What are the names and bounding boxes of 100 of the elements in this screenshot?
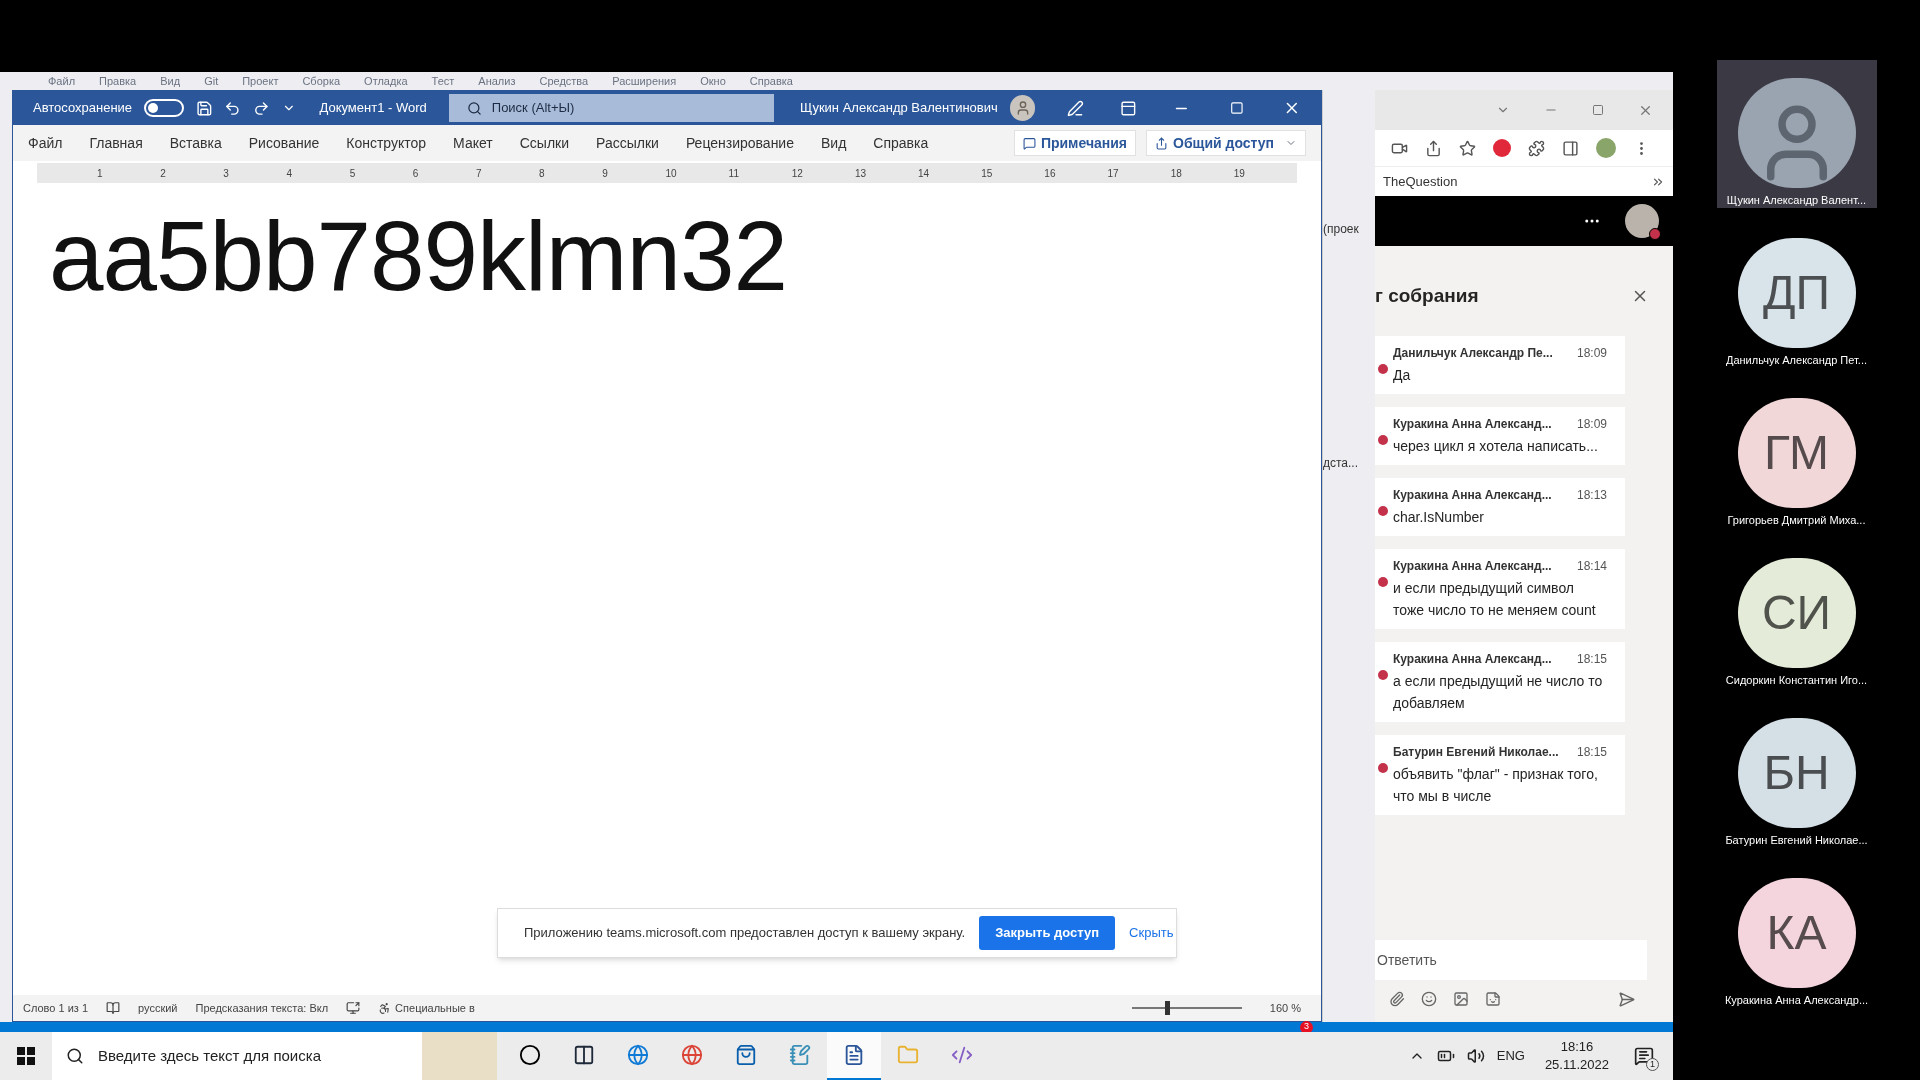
stop-sharing-button[interactable]: Закрыть доступ xyxy=(979,916,1116,950)
sticker-icon[interactable] xyxy=(1485,991,1501,1007)
menu-item[interactable]: Вид xyxy=(160,75,181,87)
menu-item[interactable]: Расширения xyxy=(612,75,677,87)
menu-item[interactable]: Тест xyxy=(431,75,455,87)
document-text: aa5bb789klmn32 xyxy=(49,203,788,311)
ruler-number: 15 xyxy=(981,166,994,181)
save-icon[interactable] xyxy=(195,99,213,117)
taskbar-app-button[interactable] xyxy=(827,1032,881,1080)
menu-item[interactable]: Анализ xyxy=(478,75,516,87)
restore-icon[interactable] xyxy=(1592,104,1604,116)
message-text: объявить "флаг" - признак того, что мы в числе xyxy=(1393,765,1599,806)
ribbon-tab[interactable]: Файл xyxy=(28,132,63,154)
initials-avatar: КА xyxy=(1737,878,1856,988)
search-icon xyxy=(466,100,482,116)
ribbon-tab[interactable]: Вид xyxy=(821,132,847,154)
reply-field[interactable]: Ответить xyxy=(1375,940,1647,980)
ruler-number: 3 xyxy=(223,166,230,181)
ribbon-tab[interactable]: Рецензирование xyxy=(685,132,794,154)
ribbon-tab[interactable]: Ссылки xyxy=(519,132,570,154)
chat-title: г собрания xyxy=(1375,283,1479,308)
ribbon-tab[interactable]: Справка xyxy=(873,132,929,154)
share-button[interactable]: Общий доступ xyxy=(1146,130,1306,156)
profile-avatar[interactable] xyxy=(1596,138,1616,158)
ring-icon xyxy=(519,1044,541,1066)
accessibility-status[interactable]: Специальные в xyxy=(395,999,475,1017)
word-count[interactable]: Слово 1 из 1 xyxy=(23,999,89,1017)
menu-item[interactable]: Окно xyxy=(700,75,726,87)
menu-item[interactable]: Справка xyxy=(749,75,793,87)
user-avatar[interactable] xyxy=(1009,95,1036,121)
message-author: Данильчук Александр Пе... xyxy=(1393,345,1553,362)
participant-name: Сидоркин Константин Иго... xyxy=(1725,672,1868,688)
volume-icon[interactable] xyxy=(1466,1047,1485,1065)
undo-icon[interactable] xyxy=(224,99,241,117)
user-avatar[interactable] xyxy=(1625,204,1659,238)
participant-tile[interactable]: Щукин Александр Валент... xyxy=(1716,60,1877,208)
message-author: Батурин Евгений Николае... xyxy=(1393,744,1559,761)
message-time: 18:09 xyxy=(1576,416,1607,433)
language-status[interactable]: русский xyxy=(138,999,178,1017)
menu-item[interactable]: Файл xyxy=(48,75,76,87)
menu-item[interactable]: Отладка xyxy=(364,75,408,87)
comment-icon xyxy=(1022,136,1036,150)
attach-icon[interactable] xyxy=(1389,991,1405,1007)
participant-name: Данильчук Александр Пет... xyxy=(1725,352,1867,368)
menu-item[interactable]: Git xyxy=(204,75,219,87)
zoom-level[interactable]: 160 % xyxy=(1269,999,1301,1017)
share-icon[interactable] xyxy=(1425,139,1442,157)
ribbon-tab[interactable]: Рисование xyxy=(248,132,320,154)
search-field[interactable]: Поиск (Alt+Ы) xyxy=(448,94,774,122)
message-time: 18:09 xyxy=(1576,345,1607,362)
emoji-icon[interactable] xyxy=(1421,991,1437,1007)
globe-icon xyxy=(627,1044,649,1066)
comments-button[interactable]: Примечания xyxy=(1013,130,1137,156)
accessibility-icon[interactable] xyxy=(378,1001,392,1015)
star-icon[interactable] xyxy=(1459,139,1476,157)
text-prediction-status[interactable]: Предсказания текста: Вкл xyxy=(195,999,329,1017)
ribbon-tab[interactable]: Конструктор xyxy=(346,132,427,154)
autosave-toggle[interactable] xyxy=(144,99,184,117)
pen-icon[interactable] xyxy=(1067,99,1085,117)
zoom-thumb[interactable] xyxy=(1164,1001,1170,1015)
participant-tile[interactable]: БН Батурин Евгений Николае... xyxy=(1716,700,1877,848)
ribbon-tab[interactable]: Главная xyxy=(89,132,143,154)
side-panel-icon[interactable] xyxy=(1562,139,1579,157)
initials-avatar: БН xyxy=(1737,718,1856,828)
puzzle-icon[interactable] xyxy=(1528,139,1545,157)
document-title: Документ1 - Word xyxy=(319,99,427,118)
ruler-number: 18 xyxy=(1170,166,1183,181)
menu-item[interactable]: Проект xyxy=(242,75,279,87)
ribbon-tab[interactable]: Рассылки xyxy=(596,132,659,154)
gif-icon[interactable] xyxy=(1453,991,1469,1007)
autosave-label: Автосохранение xyxy=(33,99,133,118)
bookmark-link[interactable]: TheQuestion xyxy=(1383,171,1458,192)
language-indicator[interactable]: ENG xyxy=(1496,1046,1525,1066)
message-author: Куракина Анна Александ... xyxy=(1393,487,1552,504)
maximize-icon[interactable] xyxy=(1229,101,1244,115)
participant-tile[interactable]: ДП Данильчук Александр Пет... xyxy=(1716,220,1877,368)
ribbon-tab[interactable]: Вставка xyxy=(169,132,222,154)
message-text: а если предыдущий не число то добавляем xyxy=(1393,672,1604,713)
participant-name: Батурин Евгений Николае... xyxy=(1725,832,1868,848)
participant-name: Григорьев Дмитрий Миха... xyxy=(1727,512,1866,528)
send-icon[interactable] xyxy=(1618,990,1635,1008)
menu-item[interactable]: Правка xyxy=(99,75,137,87)
taskbar-search-field[interactable]: Введите здесь текст для поиска xyxy=(52,1032,422,1080)
menu-item[interactable]: Сборка xyxy=(302,75,341,87)
redo-icon[interactable] xyxy=(253,99,270,117)
book-icon[interactable] xyxy=(106,1001,121,1015)
participant-tile[interactable]: СИ Сидоркин Константин Иго... xyxy=(1716,540,1877,688)
ruler-number: 6 xyxy=(412,166,420,181)
ribbon-tab[interactable]: Макет xyxy=(453,132,493,154)
ruler-number: 10 xyxy=(665,166,678,181)
ribbon-display-icon[interactable] xyxy=(1120,99,1137,117)
zoom-slider[interactable] xyxy=(1131,1000,1242,1016)
browser-icon xyxy=(681,1044,703,1066)
focus-icon[interactable] xyxy=(346,1001,361,1015)
participant-tile[interactable]: ГМ Григорьев Дмитрий Миха... xyxy=(1716,380,1877,528)
participant-tile[interactable]: КА Куракина Анна Александр... xyxy=(1716,860,1877,1008)
notification-center-button[interactable]: 1 xyxy=(1629,1041,1659,1071)
menu-item[interactable]: Средства xyxy=(539,75,589,87)
hide-link[interactable]: Скрыть xyxy=(1129,923,1174,943)
clock[interactable]: 18:16 25.11.2022 xyxy=(1536,1038,1617,1074)
